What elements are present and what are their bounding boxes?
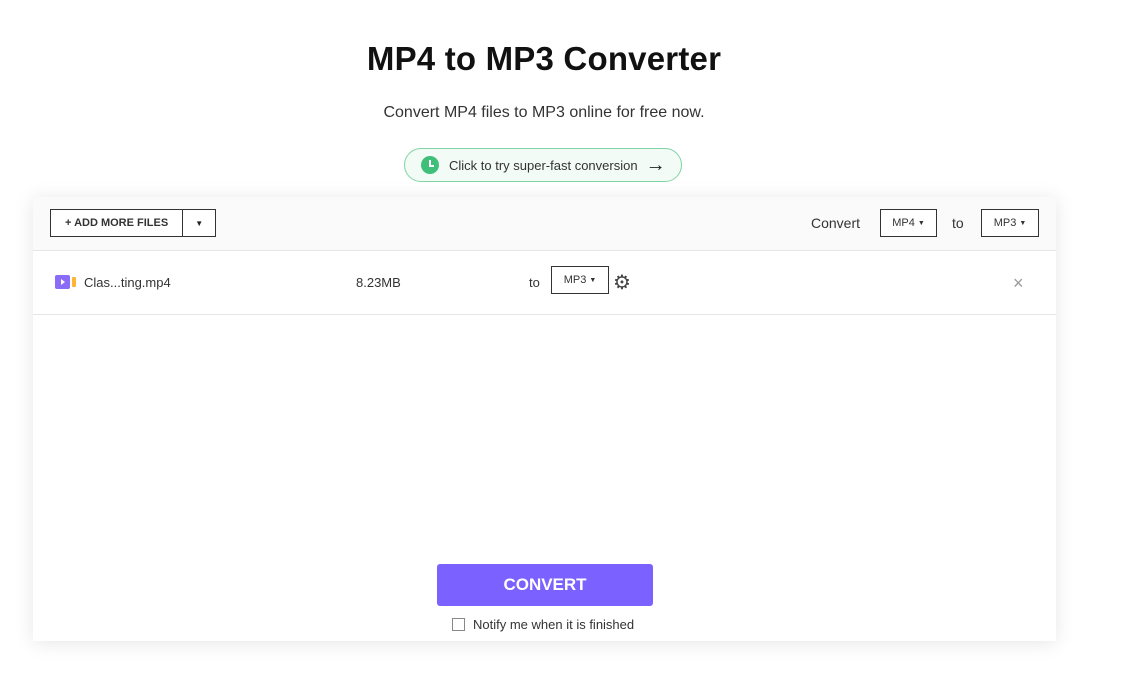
convert-label: Convert bbox=[811, 215, 861, 231]
notify-checkbox[interactable] bbox=[452, 618, 465, 631]
add-files-group: + ADD MORE FILES ▼ bbox=[50, 209, 217, 237]
promo-label: Click to try super-fast conversion bbox=[449, 157, 638, 173]
from-format-select[interactable]: MP4 ▼ bbox=[880, 209, 937, 237]
video-file-icon bbox=[55, 275, 77, 289]
notify-label: Notify me when it is finished bbox=[473, 617, 635, 632]
caret-down-icon: ▼ bbox=[917, 219, 925, 227]
from-format-value: MP4 bbox=[892, 217, 915, 229]
converter-toolbar: + ADD MORE FILES ▼ Convert MP4 ▼ to MP3 … bbox=[33, 197, 1056, 251]
clock-icon bbox=[421, 156, 439, 174]
caret-down-icon: ▼ bbox=[589, 276, 597, 284]
file-row: Clas...ting.mp4 8.23MB to MP3 ▼ ⚙ × bbox=[33, 251, 1056, 315]
page-subtitle: Convert MP4 files to MP3 online for free… bbox=[383, 104, 705, 121]
gear-icon[interactable]: ⚙ bbox=[613, 273, 631, 293]
to-format-value: MP3 bbox=[993, 217, 1017, 229]
add-files-dropdown-button[interactable]: ▼ bbox=[183, 210, 215, 236]
file-format-select[interactable]: MP3 ▼ bbox=[551, 266, 609, 294]
file-name: Clas...ting.mp4 bbox=[84, 275, 171, 290]
to-label: to bbox=[952, 215, 964, 231]
to-format-select[interactable]: MP3 ▼ bbox=[981, 209, 1039, 237]
convert-button[interactable]: CONVERT bbox=[437, 564, 653, 606]
page-title: MP4 to MP3 Converter bbox=[366, 40, 722, 77]
caret-down-icon: ▼ bbox=[1019, 219, 1027, 227]
file-to-label: to bbox=[529, 275, 540, 290]
close-icon[interactable]: × bbox=[1013, 274, 1024, 292]
super-fast-conversion-link[interactable]: Click to try super-fast conversion → bbox=[404, 148, 682, 182]
arrow-right-icon: → bbox=[645, 154, 666, 176]
converter-panel: + ADD MORE FILES ▼ Convert MP4 ▼ to MP3 … bbox=[33, 197, 1056, 641]
notify-option[interactable]: Notify me when it is finished bbox=[452, 617, 634, 632]
file-size: 8.23MB bbox=[356, 275, 401, 290]
caret-down-icon: ▼ bbox=[195, 218, 204, 228]
file-format-value: MP3 bbox=[563, 274, 587, 286]
add-more-files-button[interactable]: + ADD MORE FILES bbox=[51, 210, 184, 236]
